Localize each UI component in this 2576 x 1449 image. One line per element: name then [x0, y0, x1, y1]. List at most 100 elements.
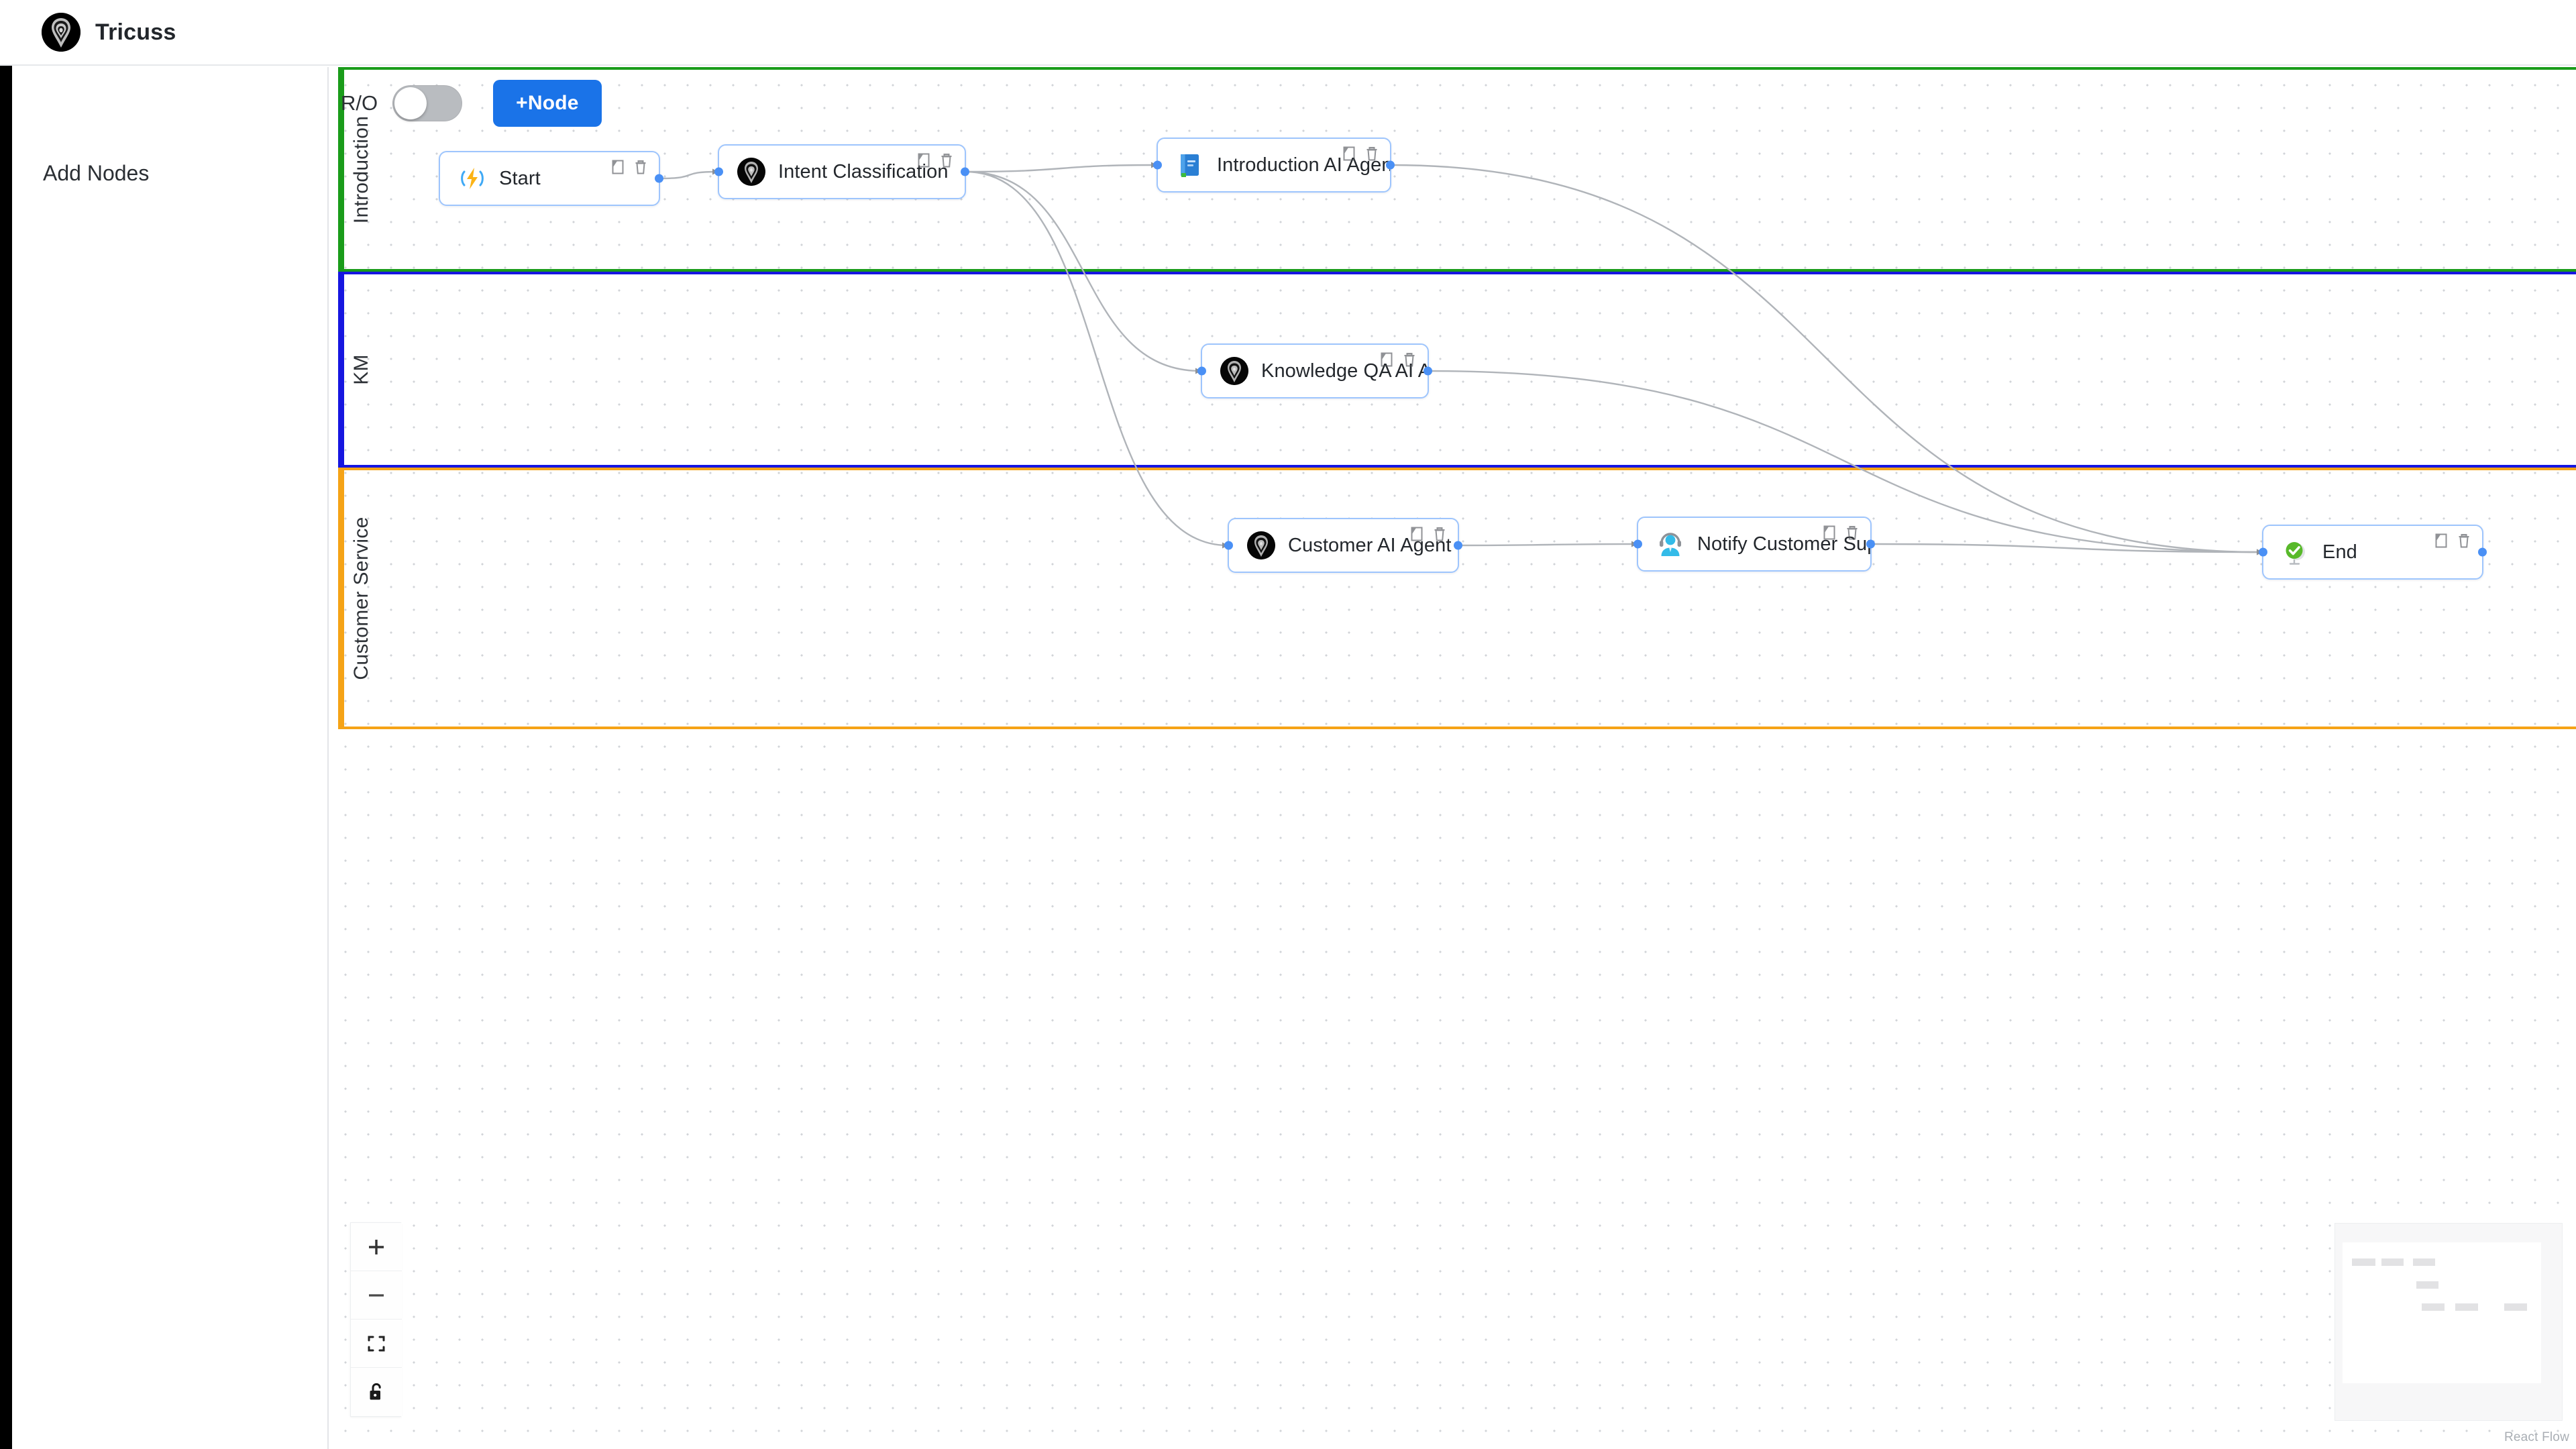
node-action-group: [2434, 533, 2471, 549]
node-label: Start: [499, 167, 541, 189]
tricuss-circle-icon: [1220, 356, 1249, 386]
flow-node-kmqa[interactable]: Knowledge QA AI Ag...: [1197, 343, 1432, 398]
zoom-in-control[interactable]: [351, 1223, 402, 1271]
node-handle-source[interactable]: [1386, 160, 1395, 170]
swimlane-customer-service: Customer Service: [338, 468, 2576, 729]
lane-label: Customer Service: [350, 517, 372, 680]
lane-top-border: [338, 67, 2576, 70]
support-agent-icon: [1656, 529, 1685, 559]
flow-node-notify[interactable]: Notify Customer Sup...: [1633, 517, 1875, 572]
lane-label: KM: [350, 354, 372, 385]
node-handle-target[interactable]: [1633, 539, 1642, 549]
delete-icon[interactable]: [1402, 352, 1417, 368]
minimap-node: [2455, 1303, 2478, 1311]
support-agent-icon: [1660, 533, 1681, 556]
readonly-label: R/O: [341, 91, 378, 115]
node-label: End: [2322, 541, 2357, 563]
delete-icon[interactable]: [939, 152, 954, 168]
tricuss-circle-icon: [1247, 531, 1275, 559]
react-flow-attribution: React Flow: [2504, 1430, 2569, 1444]
node-action-group: [1822, 525, 1860, 541]
lane-accent-bar: [338, 468, 344, 729]
add-nodes-panel: Add Nodes: [12, 67, 329, 1449]
brand-title: Tricuss: [95, 19, 176, 45]
minus-icon: [369, 1293, 384, 1297]
node-handle-target[interactable]: [1153, 160, 1162, 170]
flow-controls: [350, 1222, 402, 1417]
readonly-toggle[interactable]: [392, 85, 463, 121]
node-action-group: [610, 159, 648, 175]
tricuss-circle-icon: [1246, 531, 1276, 560]
lightning-bolt-icon: [458, 164, 487, 193]
green-check-globe-icon: [2286, 542, 2305, 565]
blue-book-icon: [1181, 154, 1199, 177]
tricuss-circle-icon: [1220, 357, 1248, 385]
node-handle-source[interactable]: [961, 167, 969, 176]
node-handle-source[interactable]: [1424, 366, 1432, 376]
node-action-group: [1342, 146, 1379, 162]
swimlane-km: KM: [338, 272, 2576, 468]
canvas-toolbar: R/O +Node: [341, 78, 602, 129]
node-handle-source[interactable]: [1866, 539, 1875, 549]
delete-icon[interactable]: [2457, 533, 2471, 549]
node-handle-source[interactable]: [655, 174, 663, 183]
tricuss-circle-icon: [737, 157, 766, 186]
delete-icon[interactable]: [1432, 526, 1447, 542]
delete-icon[interactable]: [633, 159, 648, 175]
flow-minimap[interactable]: [2334, 1223, 2563, 1421]
minimap-node: [2413, 1258, 2435, 1266]
duplicate-icon[interactable]: [1379, 352, 1394, 368]
brand-bar: Tricuss: [0, 0, 2576, 66]
node-handle-source[interactable]: [1454, 541, 1462, 550]
node-handle-target[interactable]: [714, 167, 723, 176]
tricuss-circle-icon: [737, 158, 765, 186]
flow-node-start[interactable]: Start: [439, 151, 663, 206]
green-check-globe-icon: [2281, 537, 2310, 567]
flow-canvas[interactable]: Introduction KM Customer Service Start Inte…: [330, 67, 2576, 1449]
lane-accent-bar: [338, 272, 344, 468]
minimap-node: [2352, 1258, 2375, 1266]
node-handle-target[interactable]: [2259, 547, 2267, 557]
blue-book-icon: [1175, 150, 1205, 180]
node-handle-target[interactable]: [1197, 366, 1206, 376]
duplicate-icon[interactable]: [1342, 146, 1356, 162]
unlock-icon: [370, 1383, 381, 1400]
node-action-group: [1379, 352, 1417, 368]
duplicate-icon[interactable]: [916, 152, 931, 168]
node-handle-source[interactable]: [2478, 547, 2487, 557]
minimap-node: [2422, 1303, 2445, 1311]
lane-bottom-border: [338, 727, 2576, 729]
duplicate-icon[interactable]: [2434, 533, 2449, 549]
zoom-out-control[interactable]: [351, 1271, 402, 1320]
delete-icon[interactable]: [1364, 146, 1379, 162]
minimap-viewport: [2343, 1242, 2541, 1383]
node-action-group: [1409, 526, 1447, 542]
lightning-bolt-icon: [461, 168, 484, 189]
lane-label: Introduction: [350, 115, 372, 223]
lane-top-border: [338, 272, 2576, 274]
flow-node-custai[interactable]: Customer AI Agent: [1224, 518, 1462, 573]
minimap-node: [2381, 1258, 2404, 1266]
node-handle-target[interactable]: [1224, 541, 1233, 550]
minimap-node: [2416, 1281, 2438, 1289]
flow-node-end[interactable]: End: [2259, 525, 2487, 580]
duplicate-icon[interactable]: [1409, 526, 1424, 542]
delete-icon[interactable]: [1845, 525, 1860, 541]
lock-control[interactable]: [351, 1368, 402, 1416]
fit-screen-icon: [368, 1336, 385, 1351]
toggle-knob: [394, 87, 427, 119]
node-action-group: [916, 152, 954, 168]
flow-node-introai[interactable]: Introduction AI Agent: [1153, 138, 1395, 193]
add-node-button[interactable]: +Node: [493, 80, 602, 127]
tricuss-logo-icon: [42, 13, 80, 52]
duplicate-icon[interactable]: [1822, 525, 1837, 541]
swimlane-introduction: Introduction: [338, 67, 2576, 272]
fit-view-control[interactable]: [351, 1320, 402, 1368]
flow-node-intent[interactable]: Intent Classification: [714, 144, 969, 199]
panel-title: Add Nodes: [43, 161, 150, 185]
lane-top-border: [338, 468, 2576, 470]
app-root: Tricuss Add Nodes Introduction KM Customer…: [0, 0, 2576, 1449]
minimap-node: [2504, 1303, 2527, 1311]
plus-icon: [369, 1239, 384, 1254]
duplicate-icon[interactable]: [610, 159, 625, 175]
